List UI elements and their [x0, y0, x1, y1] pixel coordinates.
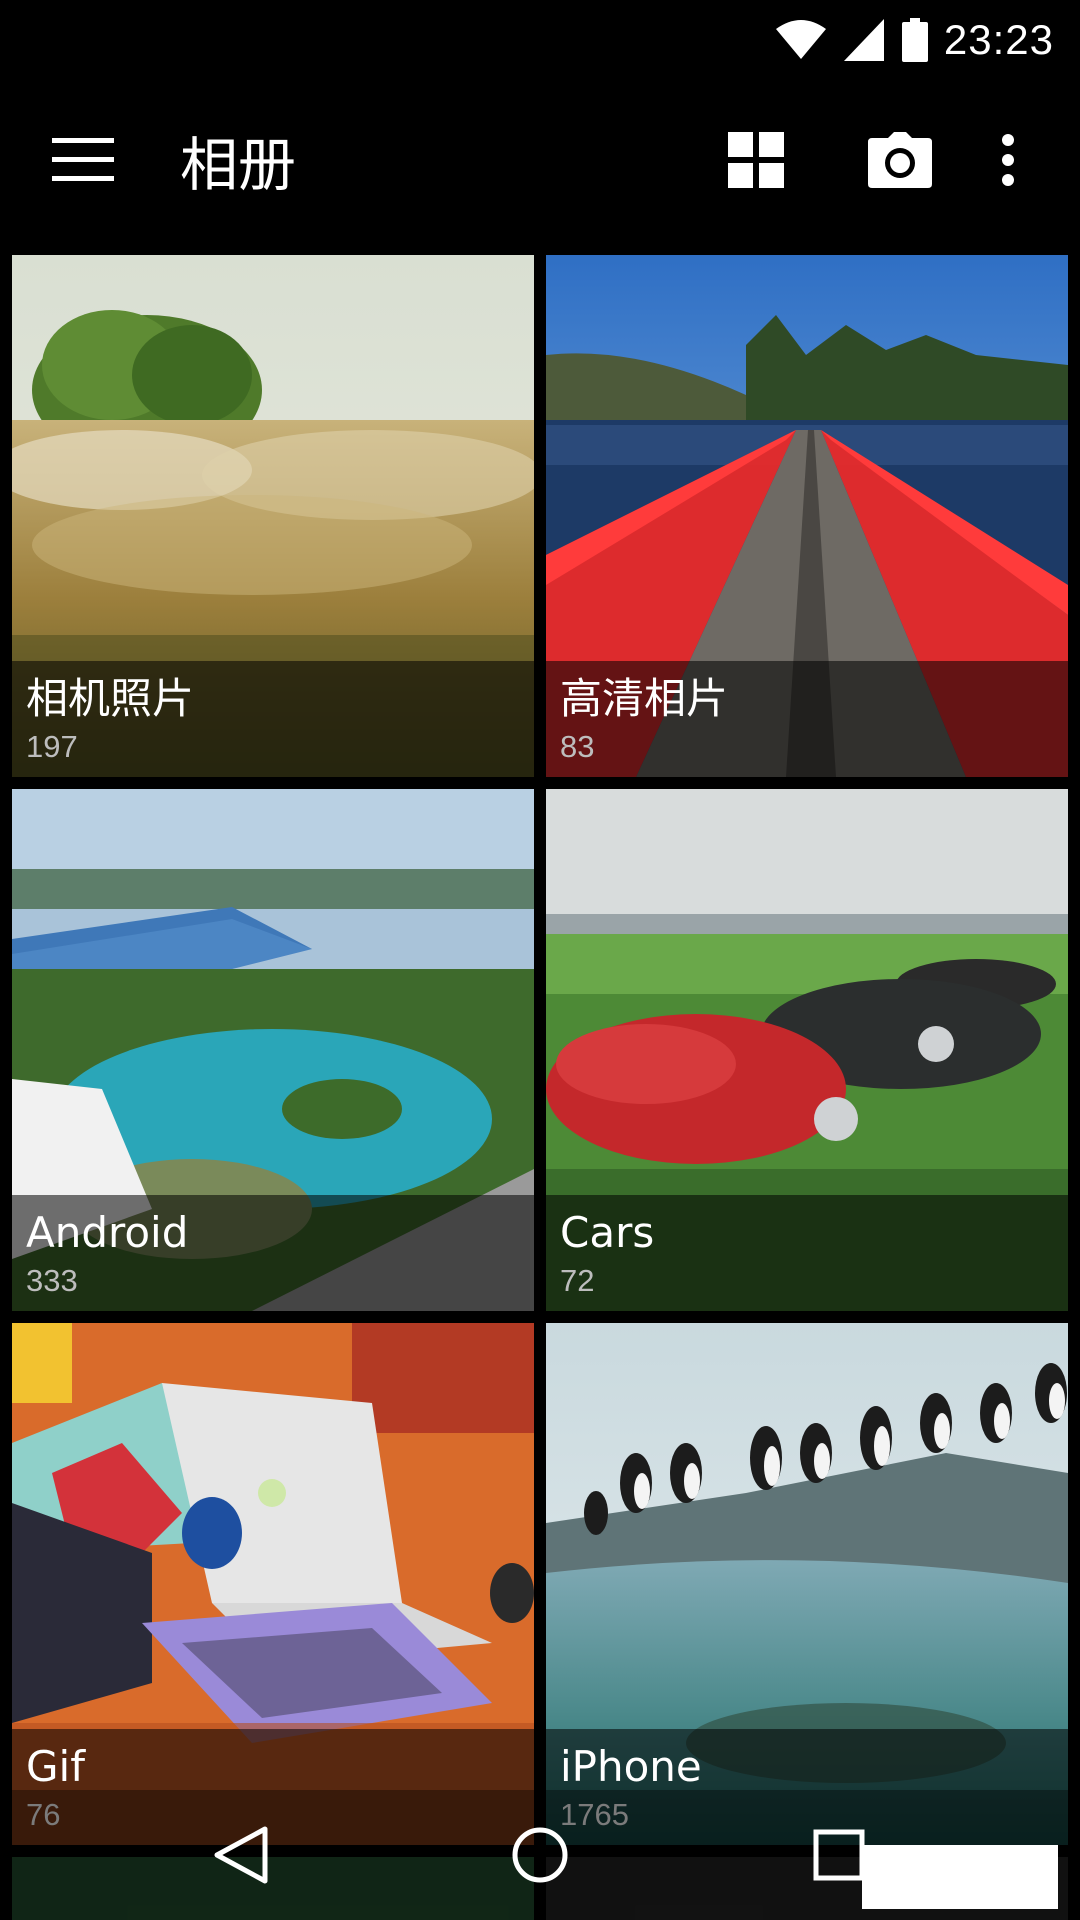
page-title: 相册 [180, 131, 297, 199]
app-bar: 相册 [0, 80, 1080, 240]
album-tile[interactable]: Cars 72 [546, 789, 1068, 1311]
grid-view-icon [728, 132, 784, 188]
back-button[interactable] [196, 1810, 286, 1900]
album-caption: Cars 72 [546, 1195, 1068, 1311]
album-count: 197 [26, 729, 78, 764]
recents-icon [813, 1829, 865, 1881]
battery-icon [901, 18, 928, 62]
album-name: 相机照片 [26, 674, 195, 723]
gallery-screen: 23:23 相册 相机照片 197 高清相片 83 Android 333 Ca… [0, 0, 1080, 1920]
home-button[interactable] [495, 1810, 585, 1900]
album-caption: 高清相片 83 [546, 661, 1068, 777]
album-name: iPhone [560, 1742, 702, 1791]
album-name: Cars [560, 1208, 655, 1257]
home-icon [512, 1827, 568, 1883]
cell-signal-icon [843, 19, 884, 61]
grid-view-button[interactable] [724, 128, 788, 192]
menu-button[interactable] [52, 130, 114, 190]
wifi-icon [775, 19, 826, 61]
album-count: 83 [560, 729, 595, 764]
album-tile[interactable]: 高清相片 83 [546, 255, 1068, 777]
album-caption: Android 333 [12, 1195, 534, 1311]
album-tile[interactable]: Android 333 [12, 789, 534, 1311]
album-count: 333 [26, 1263, 78, 1298]
back-icon [214, 1826, 268, 1884]
more-options-button[interactable] [976, 128, 1040, 192]
album-count: 72 [560, 1263, 595, 1298]
album-caption: 相机照片 197 [12, 661, 534, 777]
album-tile[interactable]: 相机照片 197 [12, 255, 534, 777]
camera-icon [868, 132, 932, 188]
album-name: Gif [26, 1742, 86, 1791]
status-bar: 23:23 [0, 0, 1080, 80]
status-clock: 23:23 [943, 16, 1054, 63]
album-tile[interactable]: Gif 76 [12, 1323, 534, 1845]
camera-button[interactable] [868, 128, 932, 192]
hamburger-menu-icon [52, 138, 114, 181]
album-name: 高清相片 [560, 674, 729, 723]
album-tile[interactable]: iPhone 1765 [546, 1323, 1068, 1845]
watermark-logo [862, 1845, 1058, 1909]
album-name: Android [26, 1208, 189, 1257]
more-vert-icon [1002, 134, 1014, 186]
